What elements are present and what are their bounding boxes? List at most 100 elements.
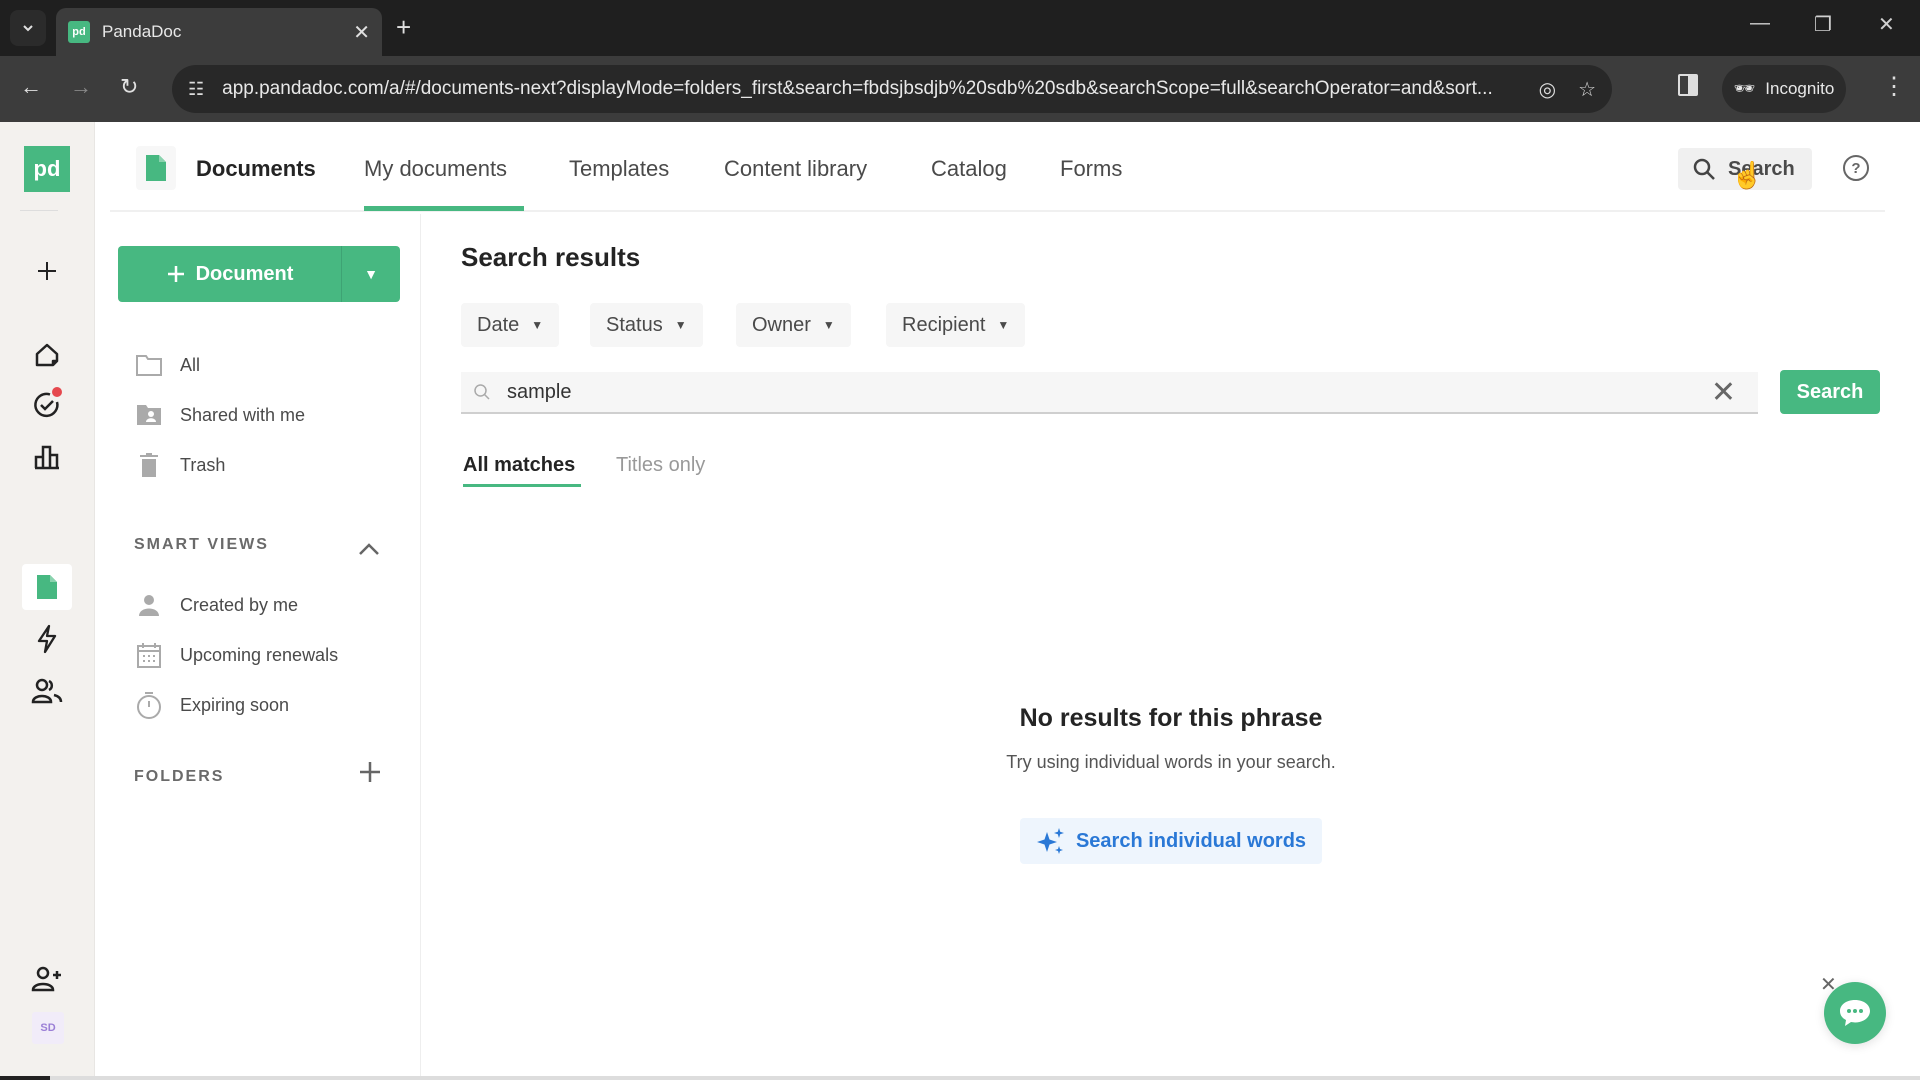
empty-state-subtitle: Try using individual words in your searc… — [1006, 752, 1336, 772]
plus-icon — [38, 262, 56, 280]
search-field: ✕ — [461, 372, 1758, 414]
browser-menu-icon[interactable]: ⋮ — [1882, 72, 1906, 101]
user-avatar[interactable]: SD — [32, 1012, 64, 1044]
address-bar[interactable]: ☷ app.pandadoc.com/a/#/documents-next?di… — [172, 65, 1612, 113]
notification-dot — [52, 387, 62, 397]
smart-view-label: Expiring soon — [180, 694, 290, 715]
rail-reports-button[interactable] — [22, 434, 72, 480]
side-panel-icon[interactable] — [1678, 74, 1698, 96]
site-settings-icon[interactable]: ☷ — [188, 79, 204, 100]
reload-icon[interactable]: ↻ — [120, 74, 138, 100]
filter-label: Recipient — [902, 313, 986, 336]
collapse-smart-views-button[interactable] — [358, 532, 380, 563]
tab-my-documents[interactable]: My documents — [364, 156, 507, 182]
new-document-dropdown[interactable]: ▼ — [342, 246, 400, 302]
smart-view-created-by-me[interactable]: Created by me — [136, 592, 298, 618]
search-input[interactable] — [507, 380, 1711, 404]
search-results-heading: Search results — [461, 242, 641, 272]
caret-down-icon: ▼ — [364, 266, 378, 282]
search-button[interactable]: Search — [1780, 370, 1880, 414]
smart-view-label: Upcoming renewals — [180, 644, 339, 665]
filter-label: Status — [606, 313, 663, 336]
smart-view-expiring-soon[interactable]: Expiring soon — [136, 692, 290, 719]
sidebar-item-shared-with-me[interactable]: Shared with me — [136, 402, 305, 428]
app-rail: pd SD — [0, 122, 95, 1080]
tab-all-matches[interactable]: All matches — [463, 454, 575, 477]
tab-titles-only[interactable]: Titles only — [616, 454, 705, 477]
caret-down-icon: ▼ — [997, 318, 1010, 332]
sidebar-item-label: Shared with me — [180, 404, 306, 425]
incognito-icon: 🕶 — [1733, 79, 1756, 98]
search-individual-words-label: Search individual words — [1075, 829, 1307, 852]
smart-views-heading: SMART VIEWS — [134, 536, 269, 553]
rail-documents-button[interactable] — [22, 564, 72, 610]
help-icon[interactable]: ? — [1843, 155, 1869, 181]
caret-down-icon: ▼ — [531, 318, 544, 332]
smart-view-upcoming-renewals[interactable]: Upcoming renewals — [136, 642, 338, 668]
chevron-down-icon — [23, 25, 33, 32]
sidebar-item-all[interactable]: All — [136, 352, 200, 378]
rail-contacts-button[interactable] — [22, 668, 72, 714]
clear-search-icon[interactable]: ✕ — [1711, 375, 1736, 410]
new-document-label: Document — [195, 262, 294, 285]
plus-icon — [167, 266, 184, 282]
filter-owner[interactable]: Owner ▼ — [736, 303, 851, 347]
filter-label: Date — [477, 313, 520, 336]
filter-status[interactable]: Status ▼ — [590, 303, 703, 347]
url-text[interactable]: app.pandadoc.com/a/#/documents-next?disp… — [222, 78, 1516, 100]
close-tab-icon[interactable]: ✕ — [353, 20, 370, 45]
tab-content-library[interactable]: Content library — [724, 156, 867, 182]
new-document-button[interactable]: Document — [118, 246, 342, 302]
plus-icon — [360, 762, 380, 782]
forward-icon[interactable]: → — [70, 74, 92, 100]
rail-divider — [20, 210, 58, 211]
calendar-icon — [136, 642, 162, 668]
rail-tasks-button[interactable] — [22, 382, 72, 428]
taskbar-edge — [0, 1076, 1920, 1080]
chat-bubble-icon — [1840, 1000, 1870, 1026]
folders-heading: FOLDERS — [134, 768, 225, 785]
smart-view-label: Created by me — [180, 594, 299, 615]
sidebar-item-label: All — [180, 354, 201, 375]
home-icon — [35, 343, 59, 367]
rail-invite-user-button[interactable] — [22, 956, 72, 1002]
filter-date[interactable]: Date ▼ — [461, 303, 560, 347]
app-header: Documents My documents Templates Content… — [110, 122, 1885, 212]
sparkle-icon — [1036, 828, 1064, 854]
sidebar-item-trash[interactable]: Trash — [136, 452, 225, 478]
trash-icon — [136, 452, 162, 478]
person-icon — [136, 592, 162, 618]
add-folder-button[interactable] — [358, 760, 382, 791]
tab-catalog[interactable]: Catalog — [931, 156, 1007, 182]
star-icon[interactable]: ☆ — [1578, 77, 1596, 102]
incognito-badge[interactable]: 🕶 Incognito — [1722, 65, 1846, 113]
bar-chart-icon — [34, 445, 59, 470]
tab-forms[interactable]: Forms — [1060, 156, 1122, 182]
restore-icon[interactable]: ❐ — [1814, 12, 1832, 37]
back-icon[interactable]: ← — [20, 74, 42, 100]
filter-recipient[interactable]: Recipient ▼ — [886, 303, 1026, 347]
tab-templates[interactable]: Templates — [569, 156, 669, 182]
users-icon — [31, 678, 63, 704]
search-icon — [1693, 158, 1715, 180]
pandadoc-logo[interactable]: pd — [24, 146, 70, 192]
pandadoc-favicon-icon: pd — [68, 21, 90, 43]
browser-tab[interactable]: pd PandaDoc ✕ — [56, 8, 382, 56]
tab-search-button[interactable] — [10, 10, 46, 46]
minimize-icon[interactable]: — — [1750, 12, 1770, 35]
search-individual-words-button[interactable]: Search individual words — [1020, 818, 1322, 864]
add-user-icon — [31, 966, 61, 992]
close-window-icon[interactable]: ✕ — [1878, 12, 1895, 37]
active-tab-indicator — [364, 206, 524, 211]
caret-down-icon: ▼ — [822, 318, 835, 332]
new-tab-icon[interactable]: + — [396, 12, 411, 43]
browser-tab-bar: pd PandaDoc ✕ + — ❐ ✕ — [0, 0, 1920, 56]
chat-launcher-button[interactable] — [1824, 982, 1886, 1044]
sidebar-item-label: Trash — [180, 454, 226, 475]
eye-off-icon[interactable]: ◎ — [1539, 77, 1556, 102]
rail-home-button[interactable] — [22, 332, 72, 378]
rail-automation-button[interactable] — [22, 616, 72, 662]
document-icon — [37, 575, 57, 599]
lightning-icon — [37, 624, 57, 654]
rail-create-button[interactable] — [22, 248, 72, 294]
